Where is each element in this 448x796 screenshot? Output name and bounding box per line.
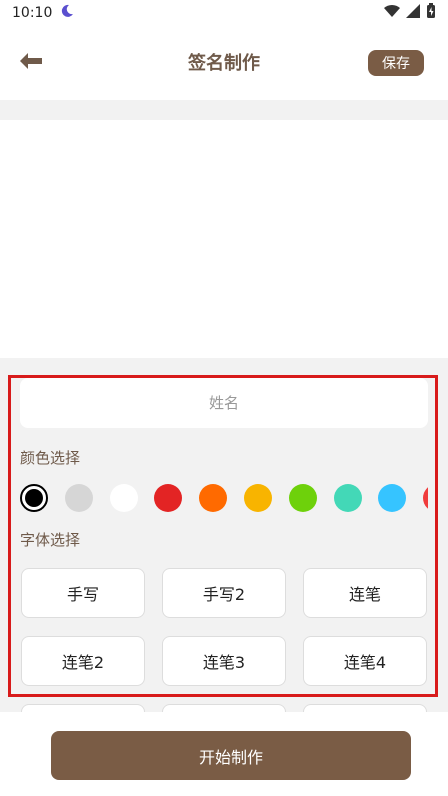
moon-icon xyxy=(60,4,74,22)
color-swatch[interactable] xyxy=(109,484,138,512)
save-button[interactable]: 保存 xyxy=(368,50,424,76)
color-swatch[interactable] xyxy=(378,484,407,512)
signature-preview-area xyxy=(0,120,448,358)
font-option[interactable]: 连笔2 xyxy=(21,636,145,686)
name-input[interactable] xyxy=(20,378,428,428)
font-section-label: 字体选择 xyxy=(20,531,81,549)
color-swatch[interactable] xyxy=(20,484,48,512)
font-option[interactable]: 手写2 xyxy=(162,568,286,618)
wifi-icon xyxy=(384,4,400,22)
color-section-label: 颜色选择 xyxy=(20,449,81,467)
color-swatch[interactable] xyxy=(244,484,272,512)
app-bar: 签名制作 保存 xyxy=(0,36,448,88)
status-time: 10:10 xyxy=(12,5,53,21)
font-option[interactable]: 连笔 xyxy=(303,568,427,618)
color-swatch[interactable] xyxy=(199,484,228,512)
font-option[interactable]: 连笔4 xyxy=(303,636,427,686)
arrow-left-icon xyxy=(20,53,42,69)
section-divider xyxy=(0,100,448,120)
font-option[interactable]: 手写 xyxy=(21,568,145,618)
color-swatch[interactable] xyxy=(288,484,317,512)
color-swatch[interactable] xyxy=(423,484,428,512)
back-button[interactable] xyxy=(18,48,44,74)
signal-icon xyxy=(406,4,420,22)
status-bar: 10:10 xyxy=(0,0,448,26)
page-title: 签名制作 xyxy=(188,53,260,74)
start-button[interactable]: 开始制作 xyxy=(51,731,411,780)
color-swatch[interactable] xyxy=(64,484,93,512)
color-swatch[interactable] xyxy=(333,484,362,512)
font-option[interactable]: 连笔3 xyxy=(162,636,286,686)
color-swatch[interactable] xyxy=(154,484,183,512)
color-swatch-row xyxy=(20,484,428,512)
battery-icon xyxy=(426,3,436,23)
